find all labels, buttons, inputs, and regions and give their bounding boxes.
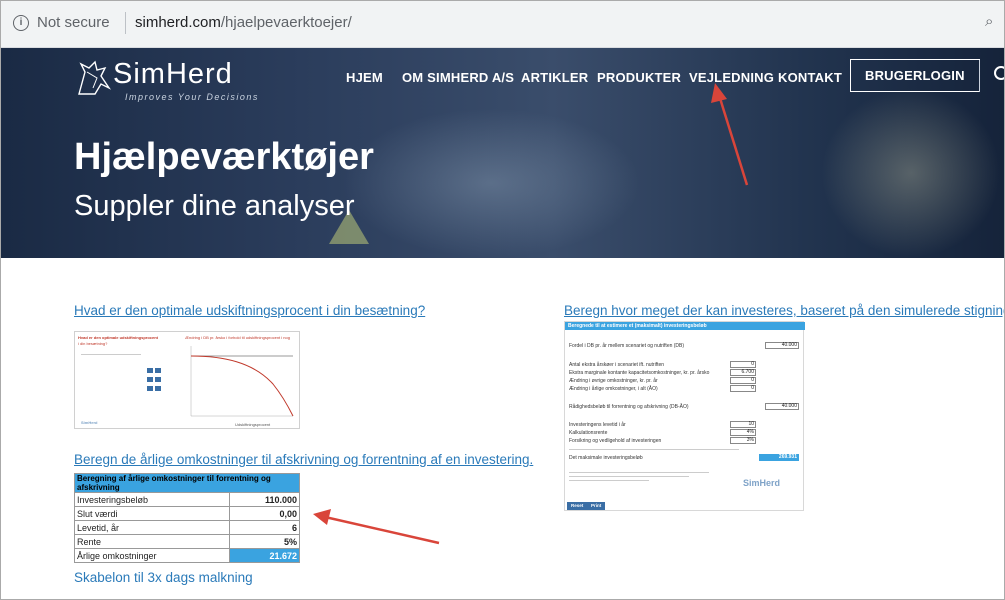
reset-button[interactable]: Reset <box>567 502 588 510</box>
thumb-chart-title: Ændring i DB pr. årsko i forhold til uds… <box>185 335 290 340</box>
hero-banner: SimHerd Improves Your Decisions HJEM OM … <box>1 48 1004 258</box>
table-row: Investeringsbeløb 110.000 <box>74 492 300 507</box>
invest-param-label: Kalkulationsrente <box>569 430 608 436</box>
cost-row-label: Slut værdi <box>74 506 230 521</box>
site-logo[interactable]: SimHerd Improves Your Decisions <box>75 54 265 106</box>
table-row: Levetid, år 6 <box>74 520 300 535</box>
thumb-x-label: Udskiftningsprocent <box>235 422 271 427</box>
invest-note-line <box>569 480 649 481</box>
invest-max-label: Det maksimale investeringsbeløb <box>569 455 643 461</box>
logo-name: SimHerd <box>113 58 233 90</box>
table-row: Årlige omkostninger 21.672 <box>74 548 300 563</box>
invest-margin-label: Rådighedsbeløb til forrentning og afskri… <box>569 404 689 410</box>
cost-row-value[interactable]: 0,00 <box>229 506 300 521</box>
nav-artikler[interactable]: ARTIKLER <box>521 70 588 85</box>
invest-line-value[interactable]: 0 <box>730 377 756 384</box>
invest-line-label: Antal ekstra årskøer i scenariet ift. nu… <box>569 362 665 368</box>
cost-table: Beregning af årlige omkostninger til for… <box>74 473 300 563</box>
security-label: Not secure <box>37 14 110 31</box>
search-icon[interactable] <box>994 66 1004 80</box>
invest-param-value[interactable]: 3% <box>730 437 756 444</box>
replacement-tool-thumbnail[interactable]: Hvad er den optimale udskiftningsprocent… <box>74 331 300 429</box>
address-bar[interactable]: i Not secure simherd.com/hjaelpevaerktoe… <box>1 1 1004 48</box>
url-domain: simherd.com <box>135 14 221 31</box>
invest-tool-thumbnail[interactable]: Beregnede til at estimere et (maksimalt)… <box>564 321 805 511</box>
url-path: /hjaelpevaerktoejer/ <box>220 14 352 31</box>
nav-kontakt[interactable]: KONTAKT <box>778 70 842 85</box>
invest-fordel-value[interactable]: 40.000 <box>765 342 799 349</box>
url-text[interactable]: simherd.com/hjaelpevaerktoejer/ <box>135 14 352 31</box>
cost-tool-link[interactable]: Beregn de årlige omkostninger til afskri… <box>74 452 533 467</box>
table-row: Slut værdi 0,00 <box>74 506 300 521</box>
thumb-stepper <box>155 377 161 382</box>
thumb-left-title: Hvad er den optimale udskiftningsprocent <box>78 335 159 340</box>
invest-line-label: Ekstra marginale kontante kapacitetsomko… <box>569 370 710 376</box>
invest-note-line <box>569 472 709 473</box>
thumb-stepper <box>155 386 161 391</box>
login-button[interactable]: BRUGERLOGIN <box>850 59 980 92</box>
invest-logo: SimHerd <box>743 478 781 488</box>
print-button[interactable]: Print <box>587 502 606 510</box>
cost-row-label: Levetid, år <box>74 520 230 535</box>
thumb-stepper <box>147 368 153 373</box>
cost-row-value[interactable]: 5% <box>229 534 300 549</box>
invest-param-label: Investeringens levetid i år <box>569 422 626 428</box>
invest-max-value: 269.931 <box>759 454 799 461</box>
invest-param-label: Forsikring og vedligehold af investering… <box>569 438 662 444</box>
invest-form-header: Beregnede til at estimere et (maksimalt)… <box>565 322 805 330</box>
invest-divider <box>569 449 739 450</box>
thumb-curve-chart <box>190 346 294 417</box>
thumb-stepper <box>147 377 153 382</box>
info-icon[interactable]: i <box>13 15 29 31</box>
annotation-arrow-icon <box>313 509 440 545</box>
invest-line-value[interactable]: 6.700 <box>730 369 756 376</box>
thumb-stepper <box>155 368 161 373</box>
invest-fordel-label: Fordel i DB pr. år mellem scenariet og n… <box>569 343 685 349</box>
cost-table-header: Beregning af årlige omkostninger til for… <box>74 473 300 493</box>
cost-row-label: Investeringsbeløb <box>74 492 230 507</box>
invest-param-value[interactable]: 4% <box>730 429 756 436</box>
table-row: Rente 5% <box>74 534 300 549</box>
browser-window: i Not secure simherd.com/hjaelpevaerktoe… <box>0 0 1005 600</box>
zoom-icon[interactable]: ⌕ <box>985 13 993 30</box>
annotation-arrow-icon <box>711 83 749 186</box>
address-separator <box>125 12 126 34</box>
cost-result-value: 21.672 <box>229 548 300 563</box>
nav-hjem[interactable]: HJEM <box>346 70 383 85</box>
thumb-stepper <box>147 386 153 391</box>
cost-row-label: Rente <box>74 534 230 549</box>
replacement-tool-link[interactable]: Hvad er den optimale udskiftningsprocent… <box>74 303 425 318</box>
invest-line-value[interactable]: 0 <box>730 361 756 368</box>
hero-background-glow <box>341 108 641 258</box>
invest-line-value: 0 <box>730 385 756 392</box>
invest-line-label: Ændring i øvrige omkostninger, kr. pr. å… <box>569 378 658 384</box>
nav-separator <box>979 60 980 92</box>
cost-row-value[interactable]: 6 <box>229 520 300 535</box>
invest-note-line <box>569 476 689 477</box>
invest-line-label: Ændring i årlige omkostninger, i alt (ÅO… <box>569 386 658 392</box>
invest-param-value[interactable]: 10 <box>730 421 756 428</box>
cost-result-label: Årlige omkostninger <box>74 548 230 563</box>
page-subtitle: Suppler dine analyser <box>74 190 355 222</box>
horse-logo-icon <box>78 60 112 95</box>
invest-tool-link[interactable]: Beregn hvor meget der kan investeres, ba… <box>564 303 1004 318</box>
milking-template-link[interactable]: Skabelon til 3x dags malkning <box>74 570 253 585</box>
thumb-logo: SimHerd <box>81 420 98 425</box>
invest-margin-value: 40.000 <box>765 403 799 410</box>
cost-row-value[interactable]: 110.000 <box>229 492 300 507</box>
thumb-row-rule <box>81 354 141 355</box>
thumb-left-sub: i din besætning? <box>78 341 108 346</box>
nav-om-simherd[interactable]: OM SIMHERD A/S <box>402 70 514 85</box>
page-title: Hjælpeværktøjer <box>74 136 374 178</box>
hero-background-light <box>821 88 1001 258</box>
logo-tagline: Improves Your Decisions <box>125 92 259 102</box>
nav-produkter[interactable]: PRODUKTER <box>597 70 681 85</box>
